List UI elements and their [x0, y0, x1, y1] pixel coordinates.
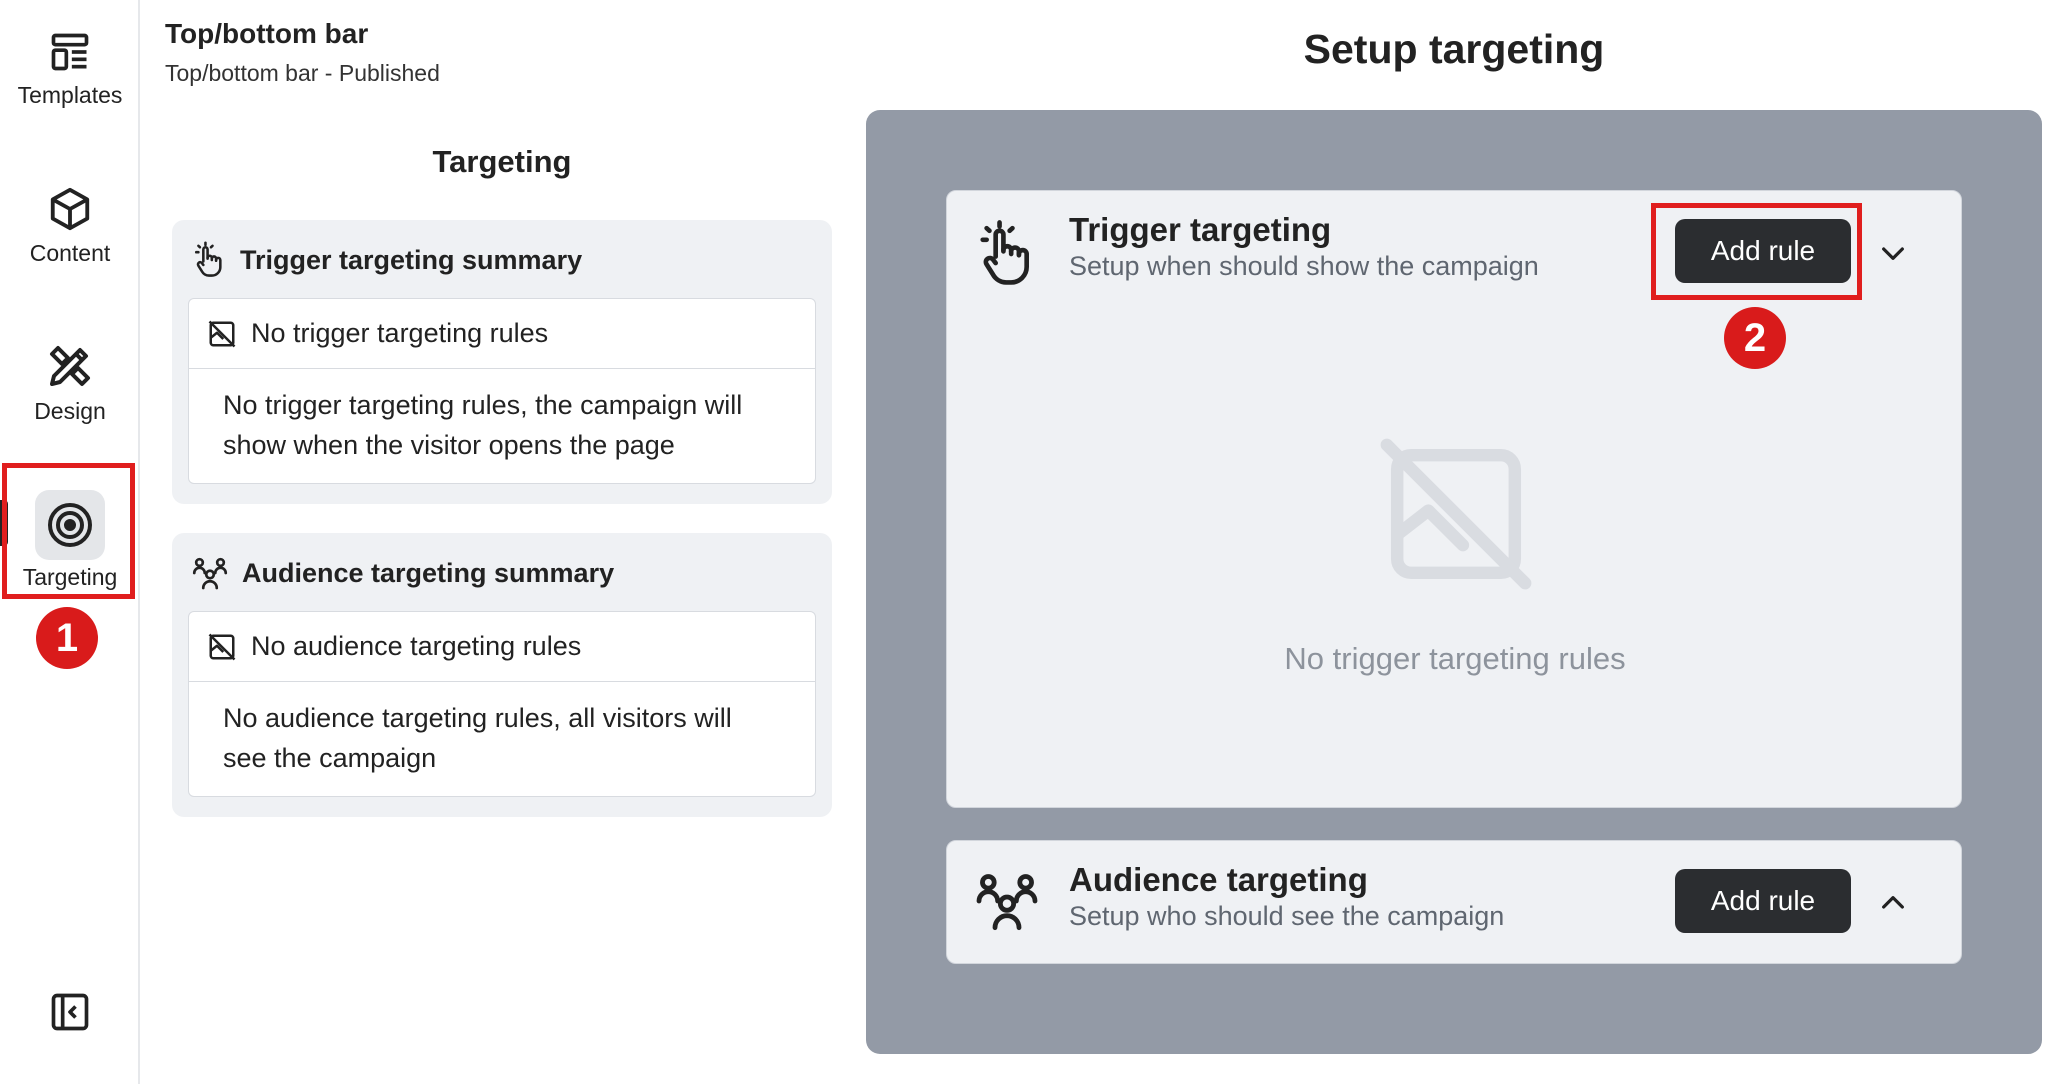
step1-badge: 1: [36, 607, 98, 669]
audience-summary-heading: Audience targeting summary: [242, 557, 615, 588]
audience-summary-header: Audience targeting summary: [188, 553, 816, 593]
step2-highlight: [1651, 203, 1862, 300]
trigger-targeting-title: Trigger targeting: [1069, 211, 1332, 248]
trigger-summary-empty-row: No trigger targeting rules: [189, 299, 815, 369]
trigger-targeting-subtitle: Setup when should show the campaign: [1069, 251, 1539, 281]
campaign-title: Top/bottom bar: [165, 18, 369, 49]
hand-pointer-icon: [194, 241, 222, 277]
chevron-down-icon: [1882, 247, 1904, 260]
templates-icon: [51, 33, 89, 71]
rail-label-content: Content: [29, 240, 111, 266]
step2-badge: 2: [1724, 307, 1786, 369]
audience-summary-card: Audience targeting summary No audience t…: [172, 533, 832, 817]
trigger-summary-header: Trigger targeting summary: [188, 240, 816, 280]
audience-summary-empty-row: No audience targeting rules: [189, 612, 815, 682]
summary-column-title: Targeting: [432, 144, 572, 179]
audience-add-rule-button[interactable]: Add rule: [1675, 869, 1851, 933]
rail-item-content[interactable]: Content: [0, 186, 140, 267]
campaign-status: Top/bottom bar - Published: [165, 60, 440, 86]
audience-targeting-card: Audience targeting Setup who should see …: [946, 840, 1962, 964]
empty-state-no-image-icon: [1380, 438, 1532, 590]
rail-item-templates[interactable]: Templates: [0, 30, 140, 109]
audience-summary-box: No audience targeting rules No audience …: [188, 611, 816, 797]
no-image-icon: [208, 633, 236, 660]
trigger-summary-heading: Trigger targeting summary: [240, 244, 583, 275]
trigger-empty-state-text: No trigger targeting rules: [1284, 641, 1626, 676]
rail-label-design: Design: [34, 398, 106, 424]
audience-summary-empty-label: No audience targeting rules: [251, 631, 582, 661]
audience-icon: [192, 557, 228, 590]
trigger-summary-description: No trigger targeting rules, the campaign…: [223, 390, 743, 460]
collapse-sidebar-icon: [51, 993, 89, 1031]
collapse-sidebar-button[interactable]: [0, 990, 140, 1034]
audience-summary-description: No audience targeting rules, all visitor…: [223, 703, 732, 773]
audience-icon: [976, 874, 1038, 931]
hand-pointer-icon: [980, 220, 1029, 285]
design-tools-icon: [50, 346, 90, 386]
no-image-icon: [208, 320, 236, 347]
rail-item-design[interactable]: Design: [0, 342, 140, 425]
setup-title: Setup targeting: [1303, 26, 1605, 72]
chevron-up-icon: [1882, 896, 1904, 909]
audience-collapse-toggle[interactable]: [1873, 883, 1913, 923]
trigger-summary-box: No trigger targeting rules No trigger ta…: [188, 298, 816, 484]
trigger-summary-card: Trigger targeting summary No trigger tar…: [172, 220, 832, 504]
audience-targeting-title: Audience targeting: [1069, 861, 1368, 898]
rail-label-templates: Templates: [17, 82, 123, 108]
step1-highlight: [2, 463, 135, 599]
trigger-summary-empty-label: No trigger targeting rules: [251, 318, 549, 348]
trigger-collapse-toggle[interactable]: [1873, 233, 1913, 273]
setup-panel: Trigger targeting Setup when should show…: [866, 110, 2042, 1054]
cube-icon: [50, 187, 90, 231]
audience-targeting-subtitle: Setup who should see the campaign: [1069, 901, 1505, 931]
